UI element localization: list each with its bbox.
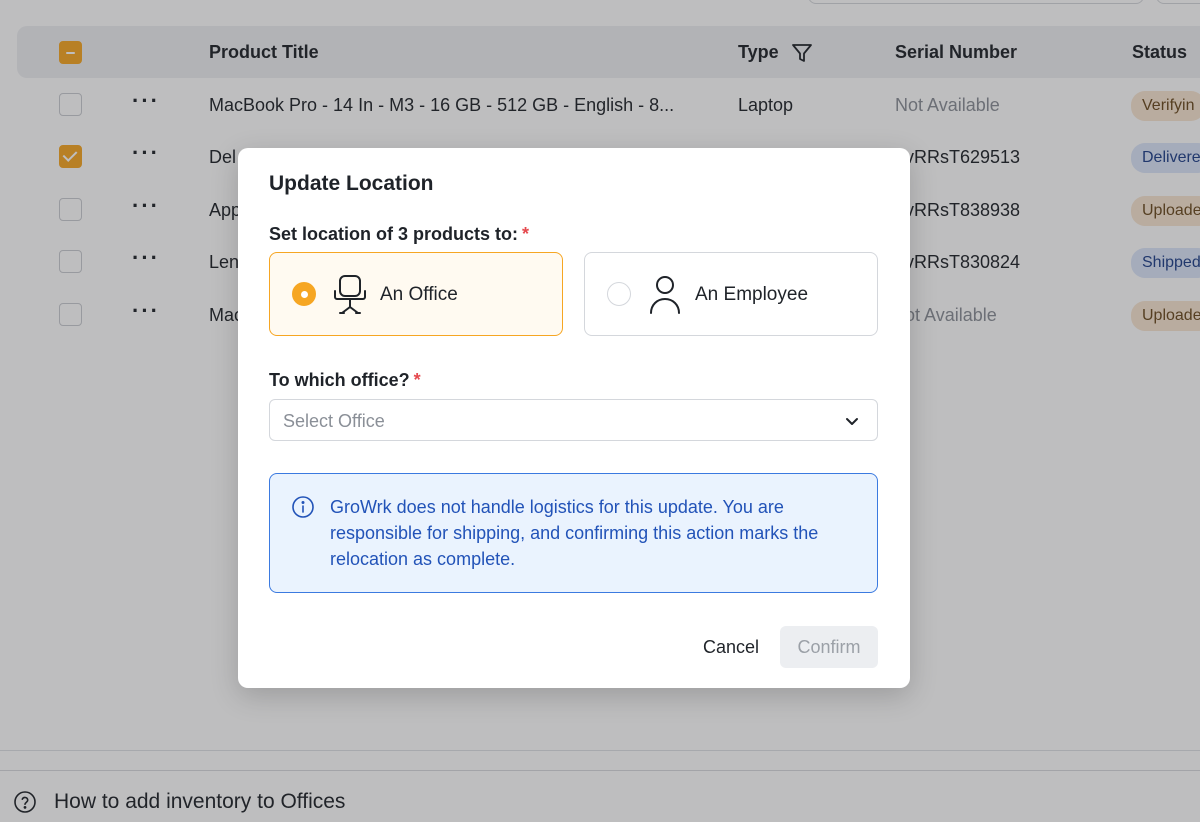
person-icon [650, 276, 680, 314]
update-location-dialog: Update Location Set location of 3 produc… [238, 148, 910, 688]
office-chair-icon [334, 275, 366, 314]
option-label: An Employee [695, 284, 809, 305]
dialog-title: Update Location [269, 172, 434, 195]
info-notice-text: GroWrk does not handle logistics for thi… [330, 497, 819, 569]
option-an-employee[interactable]: An Employee [584, 252, 878, 336]
info-icon [292, 496, 314, 518]
info-notice: GroWrk does not handle logistics for thi… [269, 473, 878, 593]
set-location-label: Set location of 3 products to: * [269, 224, 529, 245]
office-radio[interactable] [292, 282, 316, 306]
select-office-placeholder: Select Office [283, 411, 385, 431]
required-asterisk: * [522, 224, 530, 244]
cancel-button[interactable]: Cancel [688, 626, 774, 668]
employee-radio[interactable] [607, 282, 631, 306]
required-asterisk: * [413, 370, 421, 390]
confirm-button[interactable]: Confirm [780, 626, 878, 668]
select-office-dropdown[interactable]: Select Office [269, 399, 878, 441]
office-field-label-text: To which office? [269, 370, 410, 390]
office-field-label: To which office? * [269, 370, 421, 391]
chevron-down-icon [846, 418, 858, 425]
option-an-office[interactable]: An Office [269, 252, 563, 336]
set-location-label-text: Set location of 3 products to: [269, 224, 519, 244]
option-label: An Office [380, 284, 458, 305]
